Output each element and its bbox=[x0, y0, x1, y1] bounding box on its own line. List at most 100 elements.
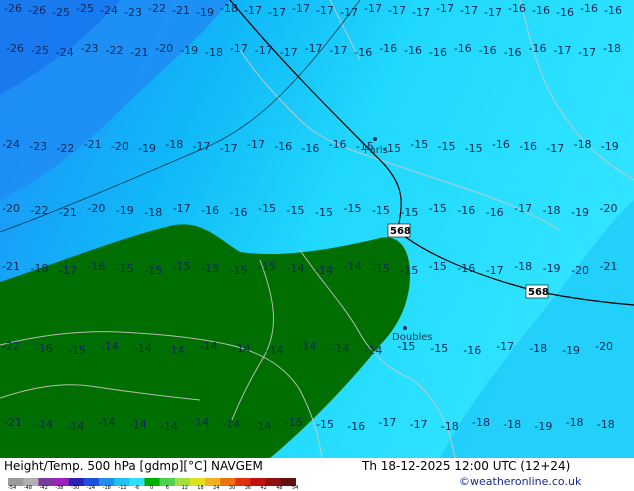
temperature-label: -16 bbox=[454, 42, 472, 55]
temperature-label: -25 bbox=[76, 2, 94, 15]
temperature-label: -16 bbox=[329, 138, 347, 151]
temperature-label: -15 bbox=[287, 204, 305, 217]
temperature-label: -14 bbox=[299, 340, 317, 353]
colorbar-tick: -30 bbox=[71, 485, 80, 491]
temperature-label: -20 bbox=[571, 264, 589, 277]
temperature-label: -18 bbox=[514, 260, 532, 273]
temperature-label: -22 bbox=[106, 44, 124, 57]
temperature-label: -20 bbox=[595, 340, 613, 353]
temperature-label: -16 bbox=[429, 46, 447, 59]
temperature-label: -20 bbox=[600, 202, 618, 215]
temperature-label: -18 bbox=[31, 262, 49, 275]
temperature-label: -16 bbox=[457, 204, 475, 217]
colorbar-tick: 12 bbox=[181, 485, 188, 491]
colorbar-ticks: -54 -48 -42 -38 -30 -24 -18 -12 -6 0 6 12 18 24 30 36 42… bbox=[8, 485, 302, 491]
temperature-label: -22 bbox=[2, 340, 20, 353]
temperature-label: -16 bbox=[274, 140, 292, 153]
temperature-label: -15 bbox=[201, 262, 219, 275]
colorbar-tick: -12 bbox=[118, 485, 127, 491]
colorbar-tick: 54 bbox=[292, 485, 299, 491]
temperature-label: -14 bbox=[344, 260, 362, 273]
colorbar-tick: -38 bbox=[55, 485, 64, 491]
temperature-label: -26 bbox=[6, 42, 24, 55]
temperature-label: -17 bbox=[244, 4, 262, 17]
temperature-label: -23 bbox=[81, 42, 99, 55]
temperature-label: -17 bbox=[364, 2, 382, 15]
temperature-label: -15 bbox=[397, 340, 415, 353]
temperature-label: -17 bbox=[247, 138, 265, 151]
temperature-label: -16 bbox=[379, 42, 397, 55]
temperature-label: -14 bbox=[266, 344, 284, 357]
temperature-label: -14 bbox=[364, 344, 382, 357]
temperature-label: -16 bbox=[354, 46, 372, 59]
temperature-label: -17 bbox=[553, 44, 571, 57]
temperature-label: -14 bbox=[233, 342, 251, 355]
temperature-label: -16 bbox=[580, 2, 598, 15]
temperature-label: -15 bbox=[68, 344, 86, 357]
svg-text:568: 568 bbox=[390, 226, 411, 237]
temperature-label: -18 bbox=[597, 418, 615, 431]
temperature-label: -26 bbox=[28, 4, 46, 17]
temperature-label: -15 bbox=[258, 202, 276, 215]
temperature-label: -26 bbox=[4, 2, 22, 15]
temperature-label: -16 bbox=[492, 138, 510, 151]
temperature-label: -15 bbox=[429, 260, 447, 273]
colorbar-tick: 0 bbox=[150, 485, 154, 491]
temperature-label: -18 bbox=[603, 42, 621, 55]
temperature-label: -17 bbox=[268, 6, 286, 19]
temperature-label: -15 bbox=[356, 140, 374, 153]
temperature-label: -16 bbox=[230, 206, 248, 219]
temperature-label: -17 bbox=[193, 140, 211, 153]
temperature-label: -19 bbox=[196, 6, 214, 19]
temperature-label: -17 bbox=[292, 2, 310, 15]
temperature-label: -17 bbox=[340, 6, 358, 19]
temperature-label: -15 bbox=[285, 416, 303, 429]
colorbar-tick: 18 bbox=[197, 485, 204, 491]
temperature-label: -15 bbox=[116, 262, 134, 275]
temperature-label: -17 bbox=[230, 42, 248, 55]
temperature-label: -17 bbox=[460, 4, 478, 17]
temperature-label: -17 bbox=[329, 44, 347, 57]
temperature-label: -16 bbox=[508, 2, 526, 15]
temperature-label: -21 bbox=[84, 138, 102, 151]
contour-label-568-east: 568 bbox=[525, 284, 549, 299]
temperature-label: -15 bbox=[410, 138, 428, 151]
svg-text:568: 568 bbox=[528, 287, 549, 298]
temperature-label: -14 bbox=[254, 420, 272, 433]
colorbar-tick: 36 bbox=[244, 485, 252, 491]
temperature-label: -24 bbox=[56, 46, 74, 59]
credit-link[interactable]: ©weatheronline.co.uk bbox=[459, 475, 581, 488]
temperature-label: -17 bbox=[496, 340, 514, 353]
temperature-label: -15 bbox=[316, 418, 334, 431]
temperature-label: -22 bbox=[31, 204, 49, 217]
temperature-label: -15 bbox=[429, 202, 447, 215]
temperature-label: -16 bbox=[404, 44, 422, 57]
temperature-label: -19 bbox=[562, 344, 580, 357]
temperature-label: -16 bbox=[457, 262, 475, 275]
temperature-label: -17 bbox=[378, 416, 396, 429]
temperature-label: -14 bbox=[134, 342, 152, 355]
contour-label-568: 568 bbox=[387, 223, 411, 238]
temperature-label: -18 bbox=[205, 46, 223, 59]
temperature-label: -19 bbox=[601, 140, 619, 153]
temperature-label: -24 bbox=[100, 4, 118, 17]
map-title: Height/Temp. 500 hPa [gdmp][°C] NAVGEM bbox=[4, 459, 263, 473]
temperature-label: -15 bbox=[144, 264, 162, 277]
temperature-label: -17 bbox=[316, 4, 334, 17]
temperature-label: -17 bbox=[484, 6, 502, 19]
temperature-label: -14 bbox=[101, 340, 119, 353]
temperature-label: -16 bbox=[532, 4, 550, 17]
temperature-label: -15 bbox=[315, 206, 333, 219]
temperature-label: -21 bbox=[4, 416, 22, 429]
temperature-label: -17 bbox=[412, 6, 430, 19]
temperature-label: -18 bbox=[574, 138, 592, 151]
temperature-label: -17 bbox=[546, 142, 564, 155]
temperature-label: -21 bbox=[2, 260, 20, 273]
temperature-label: -17 bbox=[388, 4, 406, 17]
temperature-label: -17 bbox=[578, 46, 596, 59]
temperature-label: -14 bbox=[315, 264, 333, 277]
temperature-label: -16 bbox=[201, 204, 219, 217]
temperature-label: -20 bbox=[87, 202, 105, 215]
temperature-label: -21 bbox=[172, 4, 190, 17]
temperature-label: -21 bbox=[600, 260, 618, 273]
